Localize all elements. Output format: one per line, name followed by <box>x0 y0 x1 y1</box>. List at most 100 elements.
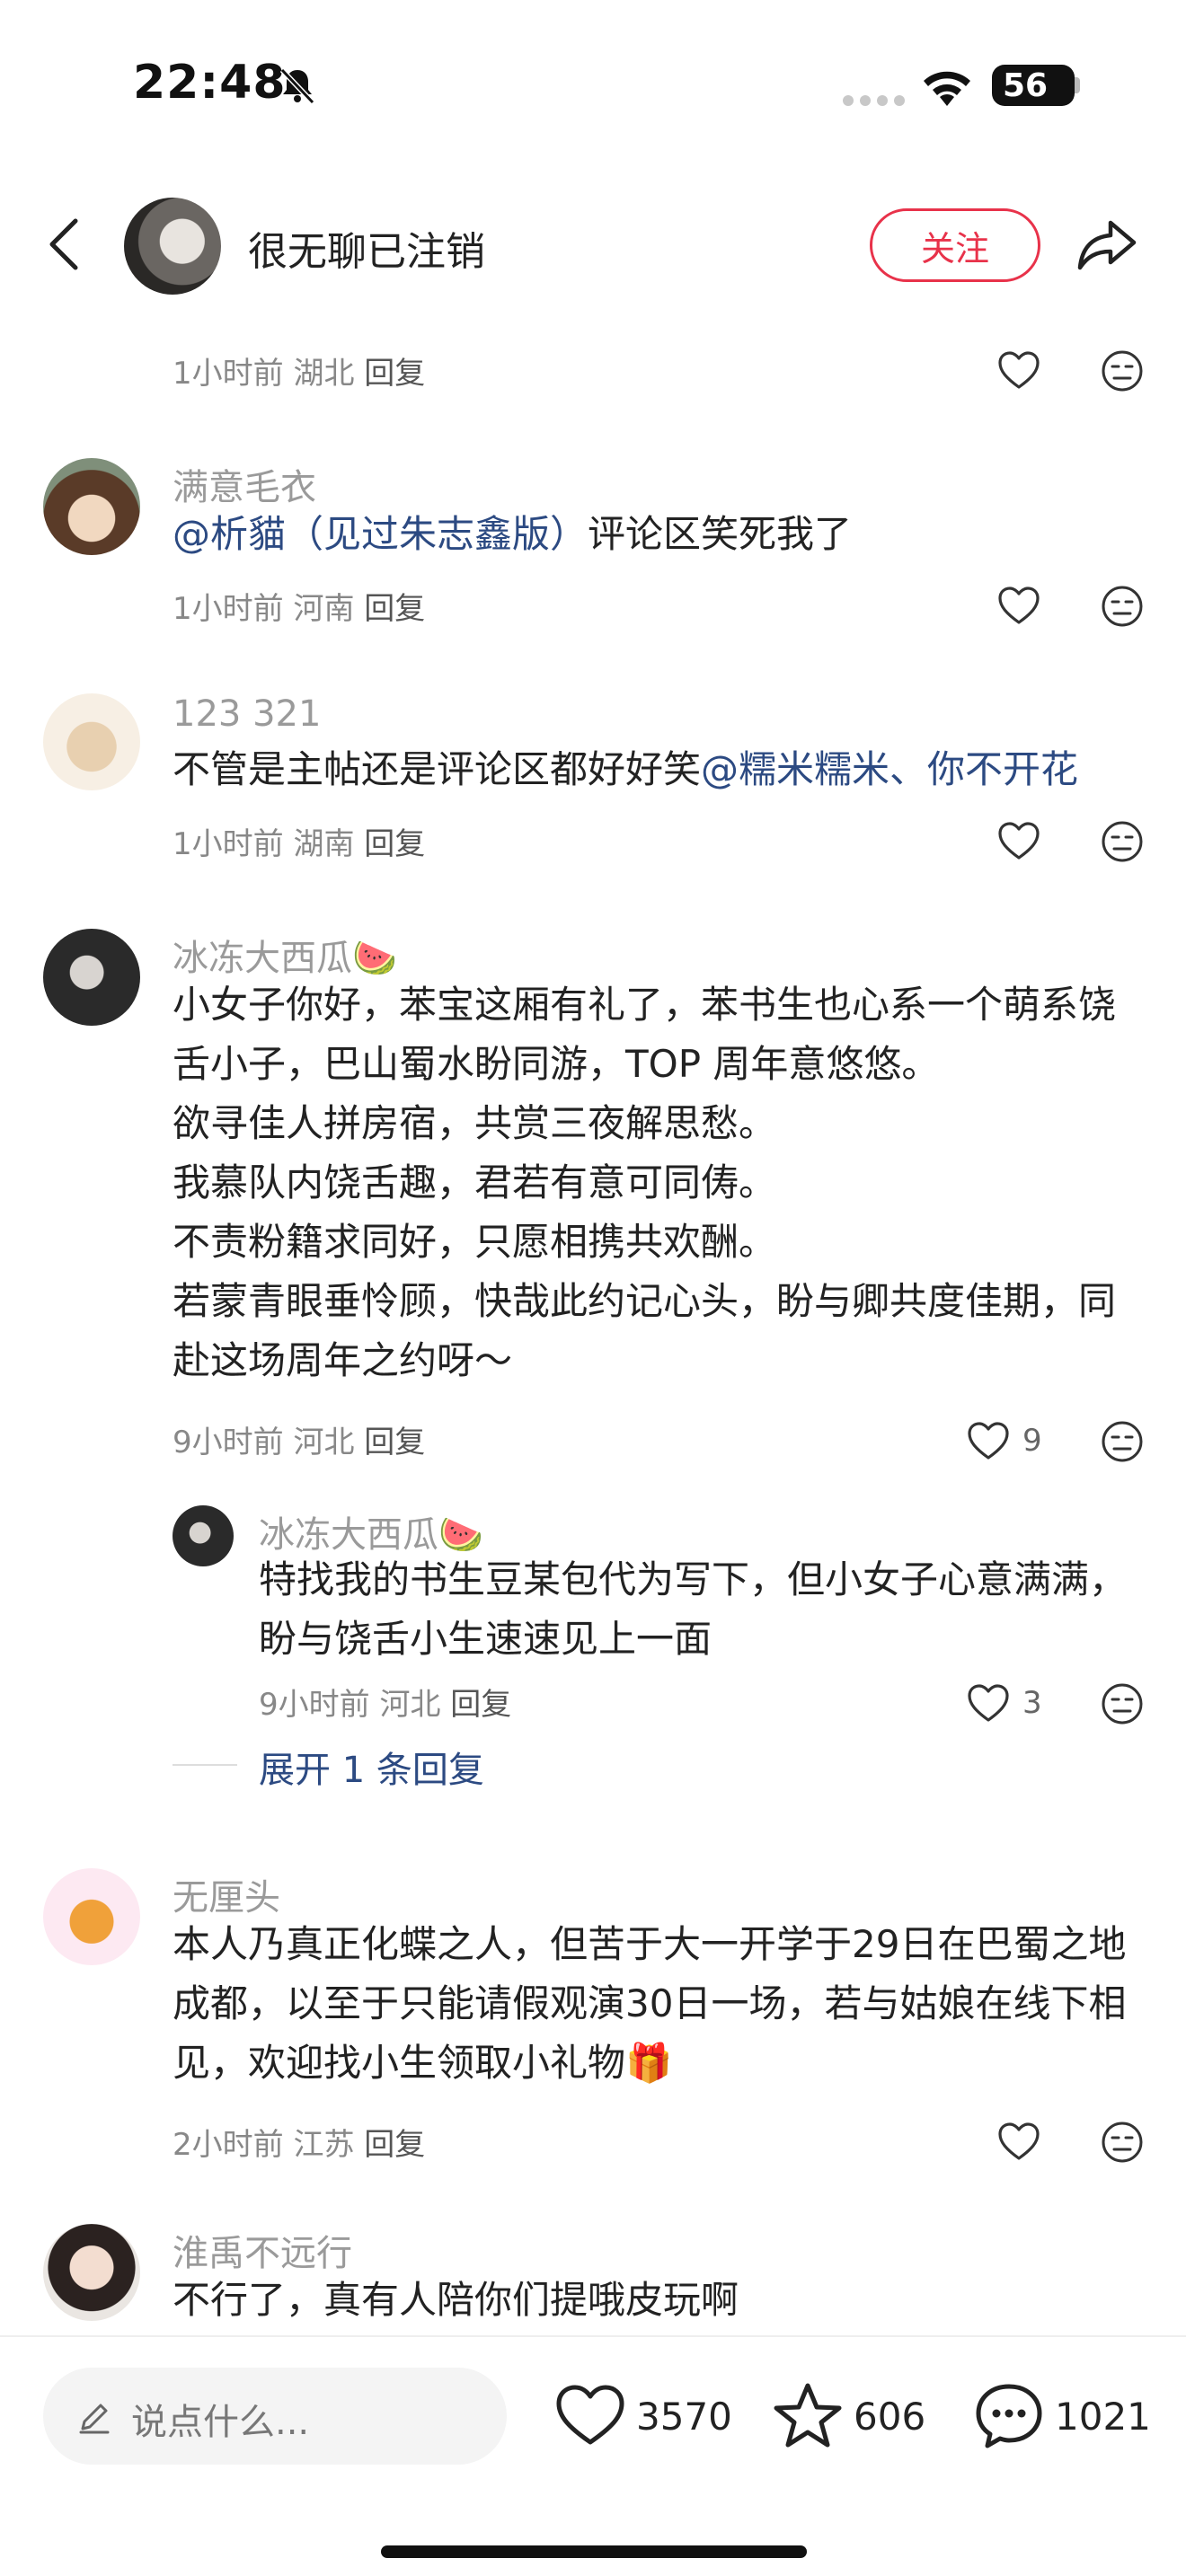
like-count: 3570 <box>636 2394 732 2439</box>
expand-replies-link[interactable]: 展开 1 条回复 <box>259 1741 484 1793</box>
reply-avatar[interactable] <box>173 1505 234 1566</box>
reply-line: 盼与饶舌小生速速见上一面 <box>259 1617 712 1661</box>
wifi-icon <box>924 71 970 106</box>
heart-icon[interactable] <box>967 1421 1010 1460</box>
avatar[interactable] <box>43 458 140 555</box>
avatar[interactable] <box>124 198 221 295</box>
comment-username[interactable]: 满意毛衣 <box>173 458 316 510</box>
page-title[interactable]: 很无聊已注销 <box>248 219 485 277</box>
comment-username[interactable]: 无厘头 <box>173 1868 280 1920</box>
battery-level: 56 <box>1003 66 1049 104</box>
dislike-face-icon[interactable] <box>1100 1419 1145 1464</box>
comment-text: 小女子你好，苯宝这厢有礼了，苯书生也心系一个萌系饶 舌小子，巴山蜀水盼同游，TO… <box>173 975 1125 1390</box>
comment-line: 不责粉籍求同好，只愿相携共欢酬。 <box>173 1220 777 1264</box>
comment-location: 江苏 <box>293 2127 355 2163</box>
reply-button[interactable]: 回复 <box>364 356 425 392</box>
expand-divider <box>173 1764 237 1766</box>
comment-time: 1小时前 <box>173 826 284 862</box>
comment-text: 本人乃真正化蝶之人，但苦于大一开学于29日在巴蜀之地 成都，以至于只能请假观演3… <box>173 1915 1143 2093</box>
favorite-count: 606 <box>854 2394 926 2439</box>
avatar[interactable] <box>43 929 140 1026</box>
reply-line: 特找我的书生豆某包代为写下，但小女子心意满满， <box>259 1557 1128 1601</box>
comment-time: 9小时前 <box>173 1425 284 1460</box>
comment-button[interactable]: 1021 <box>972 2371 1151 2461</box>
back-icon[interactable] <box>40 216 90 273</box>
comment-item: 123 321 不管是主帖还是评论区都好好笑@糯米糯米、你不开花 1小时前 湖南… <box>0 684 1186 918</box>
comment-line: 舌小子，巴山蜀水盼同游，TOP 周年意悠悠。 <box>173 1042 940 1086</box>
home-indicator[interactable] <box>381 2545 807 2558</box>
comment-line: 若蒙青眼垂怜顾，快哉此约记心头，盼与卿共度佳期，同 <box>173 1279 1117 1323</box>
comment-line: 小女子你好，苯宝这厢有礼了，苯书生也心系一个萌系饶 <box>173 983 1117 1027</box>
status-bar: 22:48 56 <box>0 0 1186 171</box>
mention-link[interactable]: @析貓（见过朱志鑫版） <box>173 512 588 556</box>
dislike-face-icon[interactable] <box>1100 819 1145 864</box>
comment-line: 成都，以至于只能请假观演30日一场，若与姑娘在线下相 <box>173 1981 1127 2025</box>
comment-text: @析貓（见过朱志鑫版）评论区笑死我了 <box>173 505 852 564</box>
star-icon <box>774 2383 842 2448</box>
header: 很无聊已注销 关注 <box>0 171 1186 314</box>
comment-meta: 1小时前 湖北 回复 <box>173 348 425 393</box>
comment-line: 我慕队内饶舌趣，君若有意可同俦。 <box>173 1160 777 1204</box>
reply-meta: 9小时前 河北 回复 <box>259 1680 511 1724</box>
like-count: 9 <box>1022 1423 1042 1459</box>
chat-bubble-icon <box>976 2384 1042 2448</box>
comment-username[interactable]: 冰冻大西瓜🍉 <box>173 929 397 981</box>
reply-text: 特找我的书生豆某包代为写下，但小女子心意满满， 盼与饶舌小生速速见上一面 <box>259 1550 1139 1669</box>
comment-count: 1021 <box>1055 2394 1151 2439</box>
heart-icon[interactable] <box>997 586 1040 625</box>
follow-button[interactable]: 关注 <box>870 208 1040 282</box>
dislike-face-icon[interactable] <box>1100 2120 1145 2165</box>
battery-icon: 56 <box>992 65 1075 106</box>
comment-line: 欲寻佳人拼房宿，共赏三夜解思愁。 <box>173 1101 777 1145</box>
status-time: 22:48 <box>133 56 287 110</box>
reply-location: 河北 <box>379 1687 441 1723</box>
reply-button[interactable]: 回复 <box>364 1425 425 1460</box>
heart-icon[interactable] <box>967 1683 1010 1723</box>
comment-username[interactable]: 123 321 <box>173 693 321 735</box>
avatar[interactable] <box>43 693 140 790</box>
comment-location: 河北 <box>293 1425 355 1460</box>
comment-line: 本人乃真正化蝶之人，但苦于大一开学于29日在巴蜀之地 <box>173 1922 1127 1966</box>
favorite-button[interactable]: 606 <box>771 2371 925 2461</box>
heart-icon <box>556 2385 624 2445</box>
comment-text: 不管是主帖还是评论区都好好笑@糯米糯米、你不开花 <box>173 740 1078 799</box>
bell-slash-icon <box>279 67 315 105</box>
reply-time: 9小时前 <box>259 1687 370 1723</box>
mention-link[interactable]: @糯米糯米、你不开花 <box>701 747 1078 791</box>
comment-location: 湖南 <box>293 826 355 862</box>
avatar[interactable] <box>43 2224 140 2321</box>
comment-input[interactable]: 说点什么... <box>43 2368 507 2465</box>
comment-meta: 9小时前 河北 回复 <box>173 1417 425 1461</box>
reply-button[interactable]: 回复 <box>364 591 425 627</box>
avatar[interactable] <box>43 1868 140 1965</box>
comment-meta: 2小时前 江苏 回复 <box>173 2120 425 2164</box>
comment-username[interactable]: 淮禹不远行 <box>173 2224 352 2276</box>
reply-button[interactable]: 回复 <box>450 1687 511 1723</box>
reply-button[interactable]: 回复 <box>364 2127 425 2163</box>
comment-location: 湖北 <box>293 356 355 392</box>
like-button[interactable]: 3570 <box>553 2371 732 2461</box>
heart-icon[interactable] <box>997 350 1040 390</box>
comment-line: 不行了，真有人陪你们提哦皮玩啊 <box>173 2278 739 2322</box>
comment-list: 1小时前 湖北 回复 满意毛衣 @析貓（见过朱志鑫版）评论区笑死我了 1小时前 … <box>0 314 1186 2335</box>
comment-body: 不管是主帖还是评论区都好好笑 <box>173 747 702 791</box>
comment-line: 赴这场周年之约呀～ <box>173 1338 513 1382</box>
dislike-face-icon[interactable] <box>1100 584 1145 629</box>
like-count: 3 <box>1022 1685 1042 1721</box>
heart-icon[interactable] <box>997 821 1040 860</box>
comment-body: 评论区笑死我了 <box>588 512 853 556</box>
dislike-face-icon[interactable] <box>1100 348 1145 393</box>
bottom-bar: 说点什么... 3570 606 1021 <box>0 2335 1186 2576</box>
pencil-icon <box>79 2404 110 2434</box>
comment-line: 见，欢迎找小生领取小礼物🎁 <box>173 2041 673 2085</box>
reply-button[interactable]: 回复 <box>364 826 425 862</box>
dislike-face-icon[interactable] <box>1100 1681 1145 1726</box>
heart-icon[interactable] <box>997 2122 1040 2161</box>
comment-meta: 1小时前 湖南 回复 <box>173 819 425 863</box>
battery-cap <box>1075 77 1080 93</box>
share-icon[interactable] <box>1075 212 1139 277</box>
comment-item: 满意毛衣 @析貓（见过朱志鑫版）评论区笑死我了 1小时前 河南 回复 <box>0 449 1186 683</box>
comment-time: 2小时前 <box>173 2127 284 2163</box>
signal-icon <box>843 95 905 106</box>
comment-text: 不行了，真有人陪你们提哦皮玩啊 <box>173 2271 739 2330</box>
